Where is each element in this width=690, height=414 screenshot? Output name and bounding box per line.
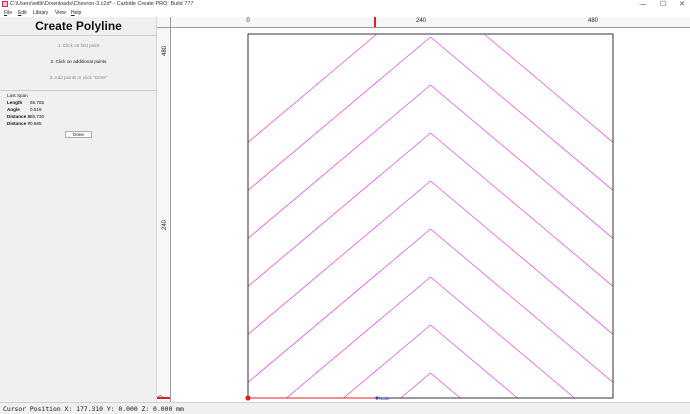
menu-edit-label: dit	[21, 10, 27, 16]
ruler-cursor-marker-y	[157, 397, 170, 399]
vertical-ruler: 480 240 0	[157, 28, 171, 402]
chevron-line	[400, 372, 431, 399]
done-button[interactable]: Done	[65, 131, 92, 138]
chevron-line	[247, 132, 431, 287]
length-label: Length	[7, 100, 23, 105]
minimize-button[interactable]: —	[636, 0, 650, 9]
menu-help-label: elp	[74, 10, 82, 16]
menu-file[interactable]: File	[4, 9, 12, 17]
maximize-button[interactable]: ☐	[656, 0, 670, 9]
chevron-line	[430, 84, 614, 239]
divider	[0, 35, 157, 36]
angle-label: Angle	[7, 107, 20, 112]
menu-file-label: ile	[7, 10, 13, 16]
app-icon	[2, 1, 8, 7]
chevron-line	[247, 84, 431, 239]
menu-edit[interactable]: Edit	[18, 9, 27, 17]
window-title: C:\Users\willk\Downloads\Chevron-3.c2d* …	[10, 1, 194, 7]
distance-x-label: Distance X	[7, 114, 31, 119]
ruler-y-label: 480	[162, 45, 169, 57]
angle-value: 0.519	[30, 107, 42, 112]
origin-marker	[245, 395, 251, 401]
distance-x-value: 65.730	[30, 114, 45, 119]
menu-view[interactable]: View	[55, 9, 66, 17]
ruler-cursor-marker-x	[374, 17, 376, 27]
cursor-position-readout: Cursor Position X: 177.310 Y: 0.000 Z: 0…	[3, 405, 184, 413]
title-bar: C:\Users\willk\Downloads\Chevron-3.c2d* …	[0, 0, 690, 9]
ruler-x-label: 480	[587, 18, 599, 24]
tool-panel: Create Polyline 1. Click on first point …	[0, 17, 157, 402]
stock-boundary	[247, 33, 614, 399]
length-value: 65.755	[30, 100, 45, 105]
distance-y-label: Distance Y	[7, 121, 31, 126]
chevron-line	[430, 180, 614, 335]
snap-node-label: Node	[379, 396, 390, 401]
status-bar: Cursor Position X: 177.310 Y: 0.000 Z: 0…	[0, 402, 690, 414]
step-3-instruction: 3. Add points or click "Done"	[49, 75, 108, 80]
menu-library[interactable]: Library	[33, 9, 48, 17]
chevron-line	[483, 33, 614, 143]
divider	[0, 90, 157, 91]
horizontal-ruler: 0 240 480	[171, 17, 690, 28]
chevron-line	[343, 324, 431, 399]
chevron-line	[430, 324, 518, 399]
ruler-corner	[157, 17, 171, 28]
chevron-line	[430, 276, 575, 399]
chevron-line	[247, 36, 431, 191]
chevron-line	[430, 228, 614, 383]
ruler-x-label: 0	[246, 18, 250, 24]
menu-bar: File Edit Library View Help	[0, 9, 690, 17]
chevron-line	[286, 276, 431, 399]
chevron-line	[430, 36, 614, 191]
step-1-instruction: 1. Click on first point	[57, 43, 100, 48]
last-span-heading: Last Span	[7, 93, 28, 98]
step-2-instruction: 2. Click on additional points	[50, 59, 107, 64]
close-button[interactable]: ✕	[675, 0, 689, 9]
ruler-y-label: 240	[162, 219, 169, 231]
chevron-line	[247, 33, 378, 143]
drawing-canvas[interactable]: Node	[171, 29, 690, 402]
chevron-line	[430, 372, 461, 399]
chevron-line	[430, 132, 614, 287]
panel-title: Create Polyline	[35, 19, 122, 33]
chevron-pattern	[247, 33, 614, 399]
chevron-line	[247, 228, 431, 383]
menu-help[interactable]: Help	[71, 9, 81, 17]
distance-y-value: 0.585	[30, 121, 42, 126]
design-drawing[interactable]: Node	[171, 29, 690, 402]
ruler-x-label: 240	[415, 18, 427, 24]
chevron-line	[247, 180, 431, 335]
